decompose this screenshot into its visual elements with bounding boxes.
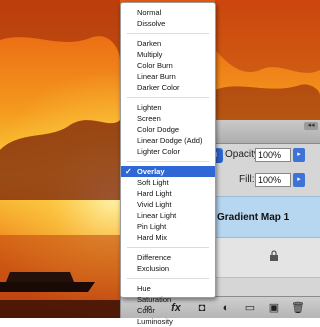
- checkmark-icon: ✓: [125, 167, 132, 176]
- menu-item-multiply[interactable]: Multiply: [121, 49, 215, 60]
- menu-item-hard-mix[interactable]: Hard Mix: [121, 232, 215, 243]
- collapse-panel-button[interactable]: ◂◂: [304, 122, 318, 130]
- menu-item-dissolve[interactable]: Dissolve: [121, 18, 215, 29]
- menu-item-darker-color[interactable]: Darker Color: [121, 82, 215, 93]
- new-layer-icon[interactable]: ▣: [267, 301, 281, 315]
- menu-separator: [127, 33, 209, 34]
- menu-item-screen[interactable]: Screen: [121, 113, 215, 124]
- menu-separator: [127, 97, 209, 98]
- lock-icon: [270, 250, 278, 261]
- folder-icon[interactable]: ▭: [243, 301, 257, 315]
- menu-item-lighter-color[interactable]: Lighter Color: [121, 146, 215, 157]
- menu-item-pin-light[interactable]: Pin Light: [121, 221, 215, 232]
- menu-item-linear-dodge-add[interactable]: Linear Dodge (Add): [121, 135, 215, 146]
- menu-item-color[interactable]: Color: [121, 305, 215, 316]
- menu-item-color-burn[interactable]: Color Burn: [121, 60, 215, 71]
- menu-separator: [127, 278, 209, 279]
- opacity-input[interactable]: 100%: [255, 148, 291, 162]
- layer-name: Gradient Map 1: [217, 212, 290, 223]
- fill-input[interactable]: 100%: [255, 173, 291, 187]
- trash-icon[interactable]: 🗑: [291, 301, 305, 315]
- fill-dropdown-button[interactable]: ▸: [293, 173, 305, 187]
- menu-item-vivid-light[interactable]: Vivid Light: [121, 199, 215, 210]
- blend-mode-menu: Normal Dissolve Darken Multiply Color Burn Li…: [120, 2, 216, 326]
- adjustment-icon[interactable]: ◐: [219, 301, 233, 315]
- menu-item-soft-light[interactable]: Soft Light: [121, 177, 215, 188]
- menu-separator: [127, 161, 209, 162]
- menu-item-exclusion[interactable]: Exclusion: [121, 263, 215, 274]
- menu-item-hard-light[interactable]: Hard Light: [121, 188, 215, 199]
- fill-label: Fill:: [239, 174, 255, 185]
- menu-item-saturation[interactable]: Saturation: [121, 294, 215, 305]
- menu-item-overlay[interactable]: Overlay ✓: [121, 166, 215, 177]
- menu-separator: [127, 247, 209, 248]
- menu-item-normal[interactable]: Normal: [121, 7, 215, 18]
- menu-item-linear-light[interactable]: Linear Light: [121, 210, 215, 221]
- menu-item-linear-burn[interactable]: Linear Burn: [121, 71, 215, 82]
- menu-item-lighten[interactable]: Lighten: [121, 102, 215, 113]
- opacity-dropdown-button[interactable]: ▸: [293, 148, 305, 162]
- menu-item-darken[interactable]: Darken: [121, 38, 215, 49]
- menu-item-hue[interactable]: Hue: [121, 283, 215, 294]
- menu-item-color-dodge[interactable]: Color Dodge: [121, 124, 215, 135]
- menu-item-difference[interactable]: Difference: [121, 252, 215, 263]
